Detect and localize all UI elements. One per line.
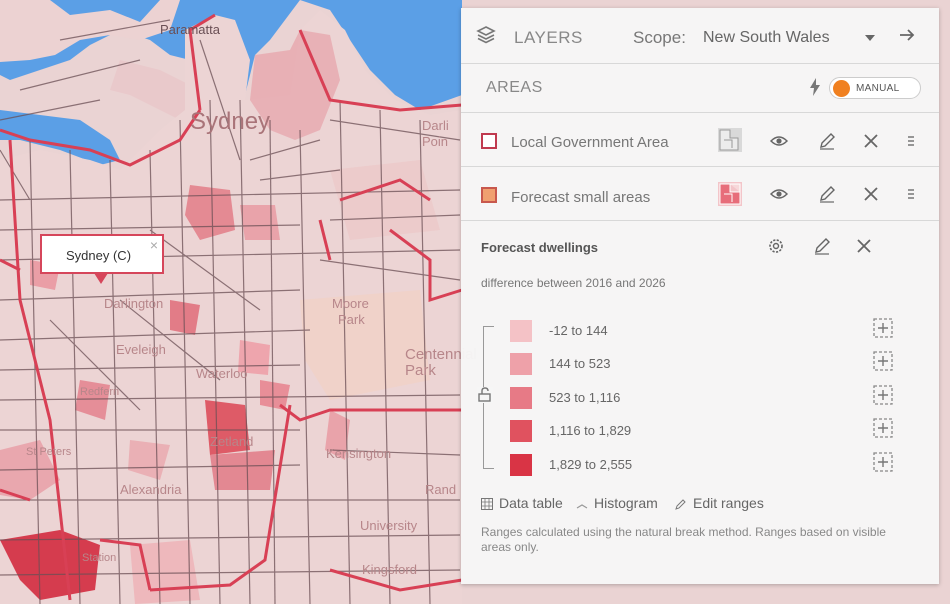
panel-title: LAYERS xyxy=(514,28,583,47)
area-popup: Sydney (C) × xyxy=(40,234,164,284)
pencil-icon xyxy=(675,499,686,510)
lga-swatch xyxy=(481,133,497,149)
header-divider xyxy=(461,63,939,64)
scope-dropdown[interactable]: New South Wales xyxy=(703,29,830,47)
arrow-right-icon[interactable] xyxy=(897,25,917,45)
legend-swatch xyxy=(510,420,532,442)
lock-icon[interactable] xyxy=(477,387,493,403)
map-label-moore-park-1: Moore xyxy=(332,296,369,311)
add-range-icon[interactable] xyxy=(873,452,893,472)
legend-swatch xyxy=(510,454,532,476)
layer-name-forecast[interactable]: Forecast small areas xyxy=(511,189,650,206)
areas-divider xyxy=(461,112,939,113)
edit-icon[interactable] xyxy=(818,185,836,203)
legend-range-label: 1,829 to 2,555 xyxy=(549,457,633,472)
forecast-areas-swatch xyxy=(481,187,497,203)
table-icon xyxy=(481,498,493,510)
map-label-darling-point-2: Poin xyxy=(422,134,449,149)
add-range-icon[interactable] xyxy=(873,418,893,438)
popup-area-name: Sydney (C) xyxy=(66,248,132,263)
legend-range-label: 144 to 523 xyxy=(549,356,611,371)
map-label-moore-park-2: Park xyxy=(338,312,365,327)
eye-icon[interactable] xyxy=(770,132,788,150)
close-icon[interactable] xyxy=(855,237,873,255)
manual-toggle[interactable]: MANUAL xyxy=(829,77,921,99)
gear-icon[interactable] xyxy=(767,237,785,255)
map-label-redfern: Redfern xyxy=(80,386,120,398)
add-range-icon[interactable] xyxy=(873,351,893,371)
scope-label: Scope: xyxy=(633,28,686,47)
add-range-icon[interactable] xyxy=(873,318,893,338)
map-label-university: University xyxy=(360,518,418,533)
data-table-link[interactable]: Data table xyxy=(499,495,563,511)
close-icon[interactable] xyxy=(862,185,880,203)
toggle-label: MANUAL xyxy=(856,83,900,94)
add-range-icon[interactable] xyxy=(873,385,893,405)
map-label-kingsford: Kingsford xyxy=(362,562,417,577)
layers-panel: LAYERS Scope: New South Wales AREAS MANU… xyxy=(461,8,939,584)
layer-thumbnail-icon xyxy=(718,128,742,152)
map-label-st-peters: St Peters xyxy=(26,446,72,458)
popup-pointer xyxy=(94,273,108,284)
histogram-link[interactable]: Histogram xyxy=(594,495,658,511)
edit-ranges-link[interactable]: Edit ranges xyxy=(693,495,764,511)
caret-down-icon[interactable] xyxy=(865,35,875,41)
drag-handle-icon[interactable] xyxy=(902,132,920,150)
map-label-darlington: Darlington xyxy=(104,296,164,311)
layer-thumbnail-icon xyxy=(718,182,742,206)
eye-icon[interactable] xyxy=(770,185,788,203)
map-label-paramatta: Paramatta xyxy=(160,22,220,37)
ranges-note: Ranges calculated using the natural brea… xyxy=(481,525,886,554)
legend-swatch xyxy=(510,353,532,375)
legend-swatch xyxy=(510,320,532,342)
layer1-divider xyxy=(461,166,939,167)
map-label-waterloo: Waterloo xyxy=(196,366,248,381)
legend-swatch xyxy=(510,387,532,409)
legend-range-label: -12 to 144 xyxy=(549,323,608,338)
map-label-zetland: Zetland xyxy=(210,434,254,449)
map-label-randwick: Rand xyxy=(425,482,457,497)
legend-range-label: 523 to 1,116 xyxy=(549,390,621,405)
indicator-subtitle: difference between 2016 and 2026 xyxy=(481,276,666,290)
layer2-divider xyxy=(461,220,939,221)
legend-range-label: 1,116 to 1,829 xyxy=(549,423,632,438)
layers-icon xyxy=(476,26,496,44)
edit-icon[interactable] xyxy=(813,237,831,255)
map-label-sydney: Sydney xyxy=(190,108,271,135)
drag-handle-icon[interactable] xyxy=(902,185,920,203)
close-icon[interactable] xyxy=(862,132,880,150)
histogram-icon xyxy=(576,504,588,509)
map-label-centennial-2: Park xyxy=(405,362,436,379)
map-label-alexandria: Alexandria xyxy=(120,482,182,497)
map-label-eveleigh: Eveleigh xyxy=(116,342,166,357)
lightning-icon xyxy=(810,78,820,96)
map-label-station: Station xyxy=(82,552,117,564)
layer-name-lga[interactable]: Local Government Area xyxy=(511,134,669,151)
map-label-darling-point-1: Darli xyxy=(422,118,449,133)
popup-close-icon[interactable]: × xyxy=(150,237,158,253)
indicator-title: Forecast dwellings xyxy=(481,240,599,255)
areas-section-title: AREAS xyxy=(486,79,543,96)
map-label-kensington: Kensington xyxy=(326,446,392,461)
toggle-knob xyxy=(833,80,850,97)
edit-icon[interactable] xyxy=(818,132,836,150)
